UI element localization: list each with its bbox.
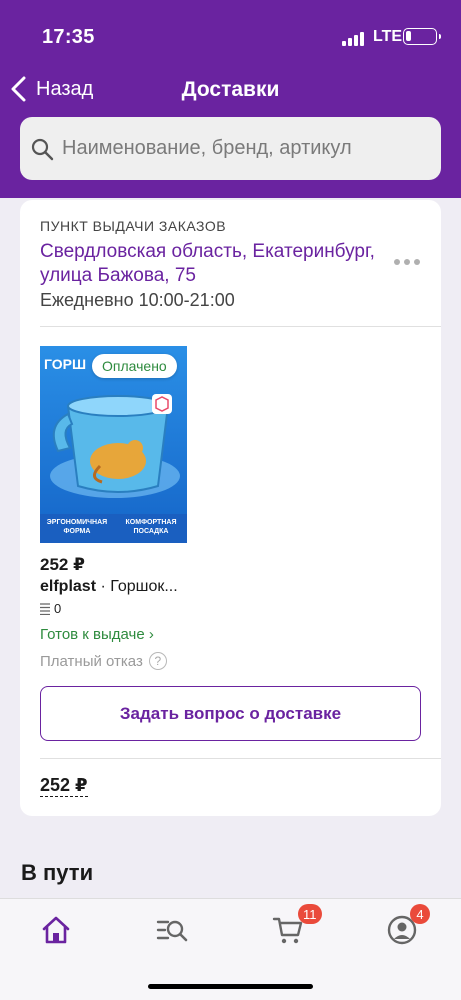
product-image[interactable]: ГОРШ Оплачено ЭРГОНОМИЧНАЯ ФОРМА КОМФОРТ… (40, 346, 187, 543)
quantity-value: 0 (54, 601, 62, 616)
nav-bar: Назад Доставки (0, 70, 461, 110)
pickup-point-label: ПУНКТ ВЫДАЧИ ЗАКАЗОВ (40, 218, 227, 234)
list-icon (40, 602, 50, 615)
product-brand: elfplast (40, 578, 97, 595)
delivery-card: ПУНКТ ВЫДАЧИ ЗАКАЗОВ Свердловская област… (20, 200, 441, 816)
help-icon[interactable]: ? (148, 652, 167, 670)
product-title: · Горшок... (96, 578, 178, 595)
signal-icon (342, 32, 370, 46)
tab-home[interactable] (40, 914, 76, 946)
image-caption-left: ЭРГОНОМИЧНАЯ ФОРМА (46, 519, 108, 535)
in-transit-heading: В пути (21, 860, 94, 885)
divider (40, 758, 441, 759)
working-hours: Ежедневно 10:00-21:00 (40, 290, 235, 310)
paid-refusal: Платный отказ ? (40, 652, 167, 670)
network-type: LTE (373, 28, 403, 45)
status-bar: 17:35 LTE (0, 18, 461, 58)
home-indicator (148, 984, 313, 989)
profile-notification-badge: 4 (410, 904, 430, 924)
paid-refusal-label: Платный отказ (40, 652, 143, 670)
tab-cart[interactable]: 11 (272, 904, 322, 946)
search-bar[interactable] (20, 117, 441, 180)
home-icon (42, 916, 70, 944)
app-header: 17:35 LTE Назад Доставки (0, 0, 461, 198)
product-name[interactable]: elfplast · Горшок... (40, 578, 178, 596)
more-options-icon[interactable] (392, 252, 422, 272)
ask-delivery-question-button[interactable]: Задать вопрос о доставке (40, 686, 421, 741)
order-total[interactable]: 252 ₽ (40, 774, 88, 797)
product-quantity: 0 (40, 601, 61, 616)
battery-icon (403, 28, 441, 45)
catalog-search-icon (156, 920, 188, 942)
chevron-left-icon (11, 76, 26, 102)
search-input[interactable] (62, 137, 432, 160)
status-time: 17:35 (42, 26, 95, 48)
image-title: ГОРШ (44, 356, 87, 372)
product-price: 252 ₽ (40, 555, 85, 574)
image-caption-right: КОМФОРТНАЯ ПОСАДКА (125, 519, 177, 535)
search-icon (31, 138, 54, 160)
back-label: Назад (36, 77, 94, 100)
tab-catalog[interactable] (156, 914, 192, 946)
paid-status-badge: Оплачено (92, 354, 177, 378)
pickup-address[interactable]: Свердловская область, Екатеринбург, улиц… (40, 240, 380, 288)
back-button[interactable]: Назад (10, 76, 93, 102)
divider (40, 326, 441, 327)
tab-profile[interactable]: 4 (386, 904, 430, 946)
cart-count-badge: 11 (298, 904, 322, 924)
ready-status-link[interactable]: Готов к выдаче › (40, 626, 154, 643)
